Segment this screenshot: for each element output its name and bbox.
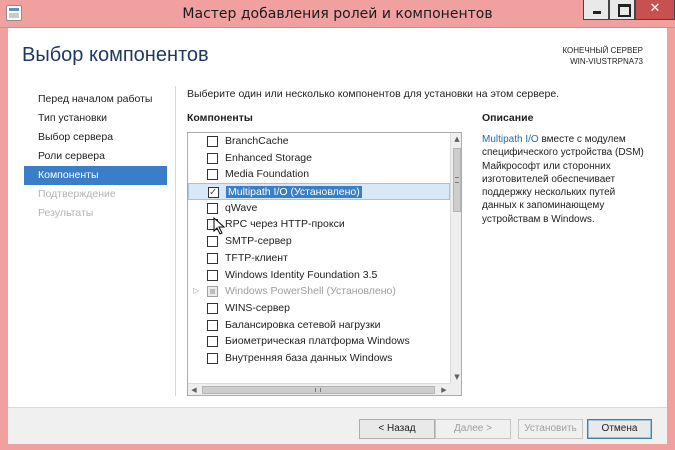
feature-description: Multipath I/O вместе с модулем специфиче…: [482, 133, 652, 226]
features-rows: BranchCache Enhanced Storage Media Foundat…: [188, 133, 450, 367]
feature-row[interactable]: Биометрическая платформа Windows: [188, 333, 450, 350]
vertical-scroll-thumb[interactable]: [453, 148, 461, 212]
scroll-left-icon[interactable]: ◀: [188, 384, 200, 395]
features-list[interactable]: BranchCache Enhanced Storage Media Foundat…: [187, 132, 462, 396]
feature-checkbox[interactable]: [207, 152, 218, 164]
page-title: Выбор компонентов: [22, 44, 209, 66]
scroll-down-icon[interactable]: ▼: [451, 371, 461, 383]
feature-label: Windows Identity Foundation 3.5: [225, 268, 378, 281]
feature-label: WINS-сервер: [225, 301, 290, 314]
title-bar: Мастер добавления ролей и компонентов: [0, 0, 675, 28]
feature-label: Media Foundation: [225, 168, 310, 181]
nav-step-0[interactable]: Перед началом работы: [24, 90, 167, 109]
feature-label: SMTP-сервер: [225, 235, 292, 248]
feature-label: BranchCache: [225, 135, 289, 147]
feature-label: RPC через HTTP-прокси: [225, 218, 345, 231]
feature-row[interactable]: qWave: [188, 200, 450, 217]
back-button[interactable]: < Назад: [359, 419, 435, 439]
mouse-cursor-icon: [213, 217, 226, 235]
feature-checkbox[interactable]: [208, 185, 219, 202]
scroll-grip-icon: [455, 177, 459, 183]
feature-checkbox[interactable]: [207, 319, 218, 331]
feature-checkbox[interactable]: [207, 336, 218, 348]
nav-step-1[interactable]: Тип установки: [24, 109, 167, 128]
feature-checkbox[interactable]: [207, 302, 218, 314]
close-icon: ✕: [649, 1, 661, 16]
feature-label: Биометрическая платформа Windows: [225, 335, 410, 348]
minimize-button[interactable]: [583, 0, 609, 20]
intro-text: Выберите один или несколько компонентов …: [187, 88, 560, 100]
feature-label: qWave: [225, 201, 258, 214]
feature-label: TFTP-клиент: [225, 251, 288, 264]
feature-row[interactable]: Enhanced Storage: [188, 150, 450, 167]
scroll-grip-icon: [315, 388, 321, 392]
scroll-right-icon[interactable]: ▶: [438, 384, 450, 395]
nav-divider: [175, 86, 176, 396]
nav-step-2[interactable]: Выбор сервера: [24, 128, 167, 147]
features-header: Компоненты: [187, 112, 253, 124]
description-feature-link[interactable]: Multipath I/O: [482, 134, 539, 145]
feature-row[interactable]: TFTP-клиент: [188, 250, 450, 267]
wizard-steps-nav: Перед началом работы Тип установки Выбор с…: [24, 90, 167, 223]
feature-label: Enhanced Storage: [225, 151, 312, 164]
cancel-button[interactable]: Отмена: [587, 419, 652, 439]
feature-checkbox[interactable]: [207, 269, 218, 281]
nav-step-4[interactable]: Компоненты: [24, 166, 167, 185]
maximize-button[interactable]: [609, 0, 635, 20]
feature-checkbox: [207, 286, 218, 298]
feature-label: Multipath I/O (Установлено): [226, 186, 362, 199]
feature-checkbox[interactable]: [207, 352, 218, 364]
next-button[interactable]: Далее >: [435, 419, 511, 439]
description-text: вместе с модулем специфического устройст…: [482, 134, 644, 225]
horizontal-scroll-thumb[interactable]: [202, 386, 435, 394]
feature-checkbox[interactable]: [207, 169, 218, 181]
feature-checkbox[interactable]: [207, 252, 218, 264]
nav-step-3[interactable]: Роли сервера: [24, 147, 167, 166]
wizard-body: Выбор компонентов КОНЕЧНЫЙ СЕРВЕР WIN-VI…: [8, 28, 667, 444]
feature-checkbox[interactable]: [207, 136, 218, 147]
feature-row[interactable]: Внутренняя база данных Windows: [188, 350, 450, 367]
nav-step-6: Результаты: [38, 207, 94, 219]
destination-server: КОНЕЧНЫЙ СЕРВЕР WIN-VIUSTRPNA73: [562, 45, 643, 67]
window-frame-left: [0, 28, 8, 450]
feature-row[interactable]: WINS-сервер: [188, 300, 450, 317]
feature-checkbox[interactable]: [207, 236, 218, 248]
window-frame-bottom: [0, 444, 675, 450]
feature-row[interactable]: RPC через HTTP-прокси: [188, 216, 450, 233]
window-frame-right: [667, 28, 675, 450]
feature-row[interactable]: ▷ Windows PowerShell (Установлено): [188, 283, 450, 300]
feature-label: Внутренняя база данных Windows: [225, 351, 393, 364]
description-header: Описание: [482, 112, 534, 124]
destination-server-name: WIN-VIUSTRPNA73: [570, 57, 643, 66]
scroll-up-icon[interactable]: ▲: [451, 133, 461, 145]
expand-arrow-icon[interactable]: ▷: [193, 283, 199, 300]
vertical-scrollbar[interactable]: ▲ ▼: [450, 133, 461, 395]
scrollbar-corner: [450, 383, 461, 395]
feature-row[interactable]: Media Foundation: [188, 166, 450, 183]
feature-row[interactable]: Windows Identity Foundation 3.5: [188, 267, 450, 284]
feature-row[interactable]: Multipath I/O (Установлено): [188, 183, 450, 202]
feature-checkbox[interactable]: [207, 202, 218, 214]
feature-row[interactable]: Балансировка сетевой нагрузки: [188, 317, 450, 334]
nav-step-5: Подтверждение: [38, 188, 116, 200]
feature-label: Windows PowerShell (Установлено): [225, 285, 396, 298]
destination-server-caption: КОНЕЧНЫЙ СЕРВЕР: [562, 46, 643, 55]
window-title: Мастер добавления ролей и компонентов: [182, 6, 493, 22]
feature-row[interactable]: BranchCache: [188, 133, 450, 150]
feature-row[interactable]: SMTP-сервер: [188, 233, 450, 250]
close-button[interactable]: ✕: [635, 0, 675, 20]
install-button[interactable]: Установить: [518, 419, 583, 439]
feature-label: Балансировка сетевой нагрузки: [225, 318, 381, 331]
horizontal-scrollbar[interactable]: ◀ ▶: [188, 383, 450, 395]
